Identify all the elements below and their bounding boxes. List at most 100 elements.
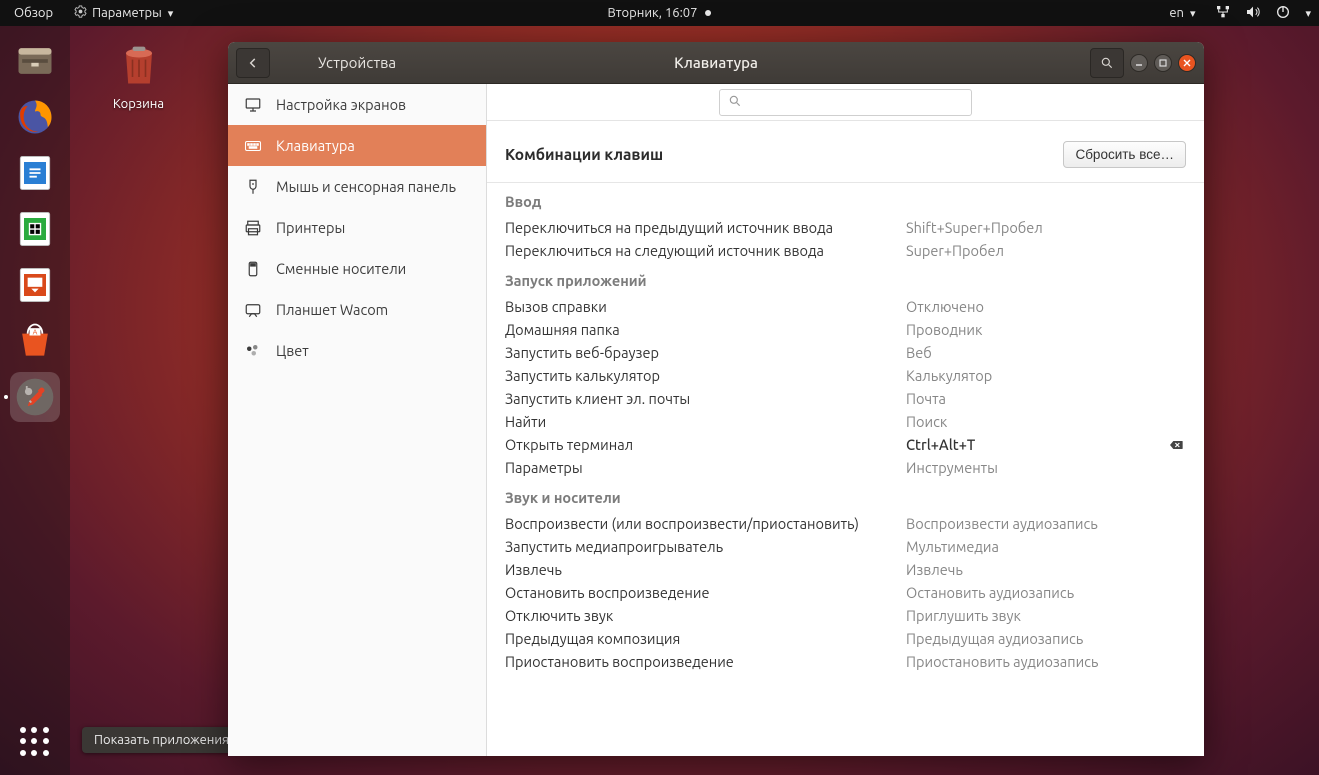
sidebar-item[interactable]: Настройка экранов xyxy=(228,84,486,125)
shortcut-row[interactable]: Запустить клиент эл. почтыПочта xyxy=(487,387,1204,410)
dock-firefox[interactable] xyxy=(10,92,60,142)
sidebar-item[interactable]: Клавиатура xyxy=(228,125,486,166)
settings-window: Устройства Клавиатура Настройка экранов К… xyxy=(228,42,1204,756)
sidebar-item[interactable]: Планшет Wacom xyxy=(228,289,486,330)
shortcut-action-label: Запустить калькулятор xyxy=(505,367,906,384)
dock-impress[interactable] xyxy=(10,260,60,310)
apps-tooltip: Показать приложения xyxy=(82,727,241,753)
sidebar-item[interactable]: Принтеры xyxy=(228,207,486,248)
shortcut-row[interactable]: Запустить медиапроигрывательМультимедиа xyxy=(487,535,1204,558)
shortcut-action-label: Найти xyxy=(505,413,906,430)
shortcut-key-label: Ctrl+Alt+T xyxy=(906,436,1166,453)
shortcut-row[interactable]: ИзвлечьИзвлечь xyxy=(487,558,1204,581)
shortcuts-heading: Комбинации клавиш xyxy=(505,146,663,163)
power-icon[interactable] xyxy=(1275,4,1291,23)
shortcut-row[interactable]: Воспроизвести (или воспроизвести/приоста… xyxy=(487,512,1204,535)
input-source-indicator[interactable]: en xyxy=(1163,6,1201,20)
shortcut-key-label: Веб xyxy=(906,344,1166,361)
shortcut-action-label: Отключить звук xyxy=(505,607,906,624)
shortcut-row[interactable]: ПараметрыИнструменты xyxy=(487,456,1204,479)
dock-calc[interactable] xyxy=(10,204,60,254)
shortcut-key-label: Остановить аудиозапись xyxy=(906,584,1166,601)
desktop-trash-icon[interactable]: Корзина xyxy=(96,38,181,111)
app-menu[interactable]: Параметры xyxy=(67,4,179,22)
window-minimize-button[interactable] xyxy=(1130,54,1148,72)
top-panel: Обзор Параметры Вторник, 16:07 en ▾ xyxy=(0,0,1319,26)
shortcut-key-label: Извлечь xyxy=(906,561,1166,578)
titlebar: Устройства Клавиатура xyxy=(228,42,1204,84)
shortcut-action-label: Параметры xyxy=(505,459,906,476)
search-icon xyxy=(728,94,746,111)
dock-files[interactable] xyxy=(10,36,60,86)
shortcut-row[interactable]: Переключиться на предыдущий источник вво… xyxy=(487,216,1204,239)
sidebar-item[interactable]: Мышь и сенсорная панель xyxy=(228,166,486,207)
shortcut-key-label: Отключено xyxy=(906,298,1166,315)
shortcut-row[interactable]: Запустить калькуляторКалькулятор xyxy=(487,364,1204,387)
sidebar-item-label: Настройка экранов xyxy=(276,96,406,113)
shortcut-key-label: Поиск xyxy=(906,413,1166,430)
sidebar-item-icon xyxy=(244,137,262,155)
shortcut-action-label: Открыть терминал xyxy=(505,436,906,453)
caret-down-icon[interactable]: ▾ xyxy=(1305,7,1311,20)
desktop-trash-label: Корзина xyxy=(96,97,181,111)
shortcut-action-label: Запустить медиапроигрыватель xyxy=(505,538,906,555)
svg-text:A: A xyxy=(33,329,38,337)
reset-all-button[interactable]: Сбросить все… xyxy=(1063,141,1186,168)
show-applications-button[interactable] xyxy=(10,717,60,767)
app-menu-label: Параметры xyxy=(92,6,162,20)
shortcut-key-label: Проводник xyxy=(906,321,1166,338)
shortcut-row[interactable]: Домашняя папкаПроводник xyxy=(487,318,1204,341)
running-indicator-icon xyxy=(4,395,8,399)
shortcut-group-header: Звук и носители xyxy=(487,479,1204,512)
clock[interactable]: Вторник, 16:07 xyxy=(608,6,712,20)
shortcut-row[interactable]: Переключиться на следующий источник ввод… xyxy=(487,239,1204,262)
shortcut-action-label: Предыдущая композиция xyxy=(505,630,906,647)
shortcut-action-label: Переключиться на предыдущий источник вво… xyxy=(505,219,906,236)
shortcut-row[interactable]: Открыть терминалCtrl+Alt+T xyxy=(487,433,1204,456)
window-title: Клавиатура xyxy=(674,54,758,71)
shortcut-action-label: Переключиться на следующий источник ввод… xyxy=(505,242,906,259)
shortcut-action-label: Запустить веб-браузер xyxy=(505,344,906,361)
sidebar-item[interactable]: Сменные носители xyxy=(228,248,486,289)
sidebar-item-icon xyxy=(244,178,262,196)
shortcut-action-label: Извлечь xyxy=(505,561,906,578)
dock-settings[interactable] xyxy=(10,372,60,422)
shortcut-action-label: Воспроизвести (или воспроизвести/приоста… xyxy=(505,515,906,532)
shortcut-row[interactable]: Вызов справкиОтключено xyxy=(487,295,1204,318)
back-button[interactable] xyxy=(236,48,270,78)
shortcut-row[interactable]: Остановить воспроизведениеОстановить ауд… xyxy=(487,581,1204,604)
shortcut-row[interactable]: Приостановить воспроизведениеПриостанови… xyxy=(487,650,1204,673)
dock-writer[interactable] xyxy=(10,148,60,198)
sidebar-item-label: Клавиатура xyxy=(276,137,355,154)
volume-icon[interactable] xyxy=(1245,4,1261,23)
window-close-button[interactable] xyxy=(1178,54,1196,72)
network-icon[interactable] xyxy=(1215,4,1231,23)
shortcut-row[interactable]: Запустить веб-браузерВеб xyxy=(487,341,1204,364)
shortcut-remove-button[interactable] xyxy=(1166,437,1186,453)
shortcut-key-label: Super+Пробел xyxy=(906,242,1166,259)
shortcut-group-header: Ввод xyxy=(487,183,1204,216)
shortcut-search-input[interactable] xyxy=(719,89,972,116)
shortcut-row[interactable]: Предыдущая композицияПредыдущая аудиозап… xyxy=(487,627,1204,650)
activities-label: Обзор xyxy=(14,6,53,20)
settings-icon xyxy=(73,4,88,22)
titlebar-search-button[interactable] xyxy=(1090,48,1124,78)
shortcut-action-label: Вызов справки xyxy=(505,298,906,315)
dock-software[interactable]: A xyxy=(10,316,60,366)
input-lang-label: en xyxy=(1169,6,1184,20)
sidebar-item-icon xyxy=(244,301,262,319)
reset-all-label: Сбросить все… xyxy=(1075,147,1174,162)
sidebar-item[interactable]: Цвет xyxy=(228,330,486,371)
shortcut-key-label: Приостановить аудиозапись xyxy=(906,653,1166,670)
shortcuts-list[interactable]: Ввод Переключиться на предыдущий источник… xyxy=(487,182,1204,756)
activities-button[interactable]: Обзор xyxy=(8,6,59,20)
shortcut-action-label: Домашняя папка xyxy=(505,321,906,338)
sidebar-item-icon xyxy=(244,342,262,360)
content-toolbar xyxy=(487,84,1204,121)
sidebar-item-label: Планшет Wacom xyxy=(276,301,388,318)
sidebar-item-icon xyxy=(244,96,262,114)
window-maximize-button[interactable] xyxy=(1154,54,1172,72)
shortcut-row[interactable]: НайтиПоиск xyxy=(487,410,1204,433)
shortcut-row[interactable]: Отключить звукПриглушить звук xyxy=(487,604,1204,627)
sidebar-item-label: Цвет xyxy=(276,342,309,359)
